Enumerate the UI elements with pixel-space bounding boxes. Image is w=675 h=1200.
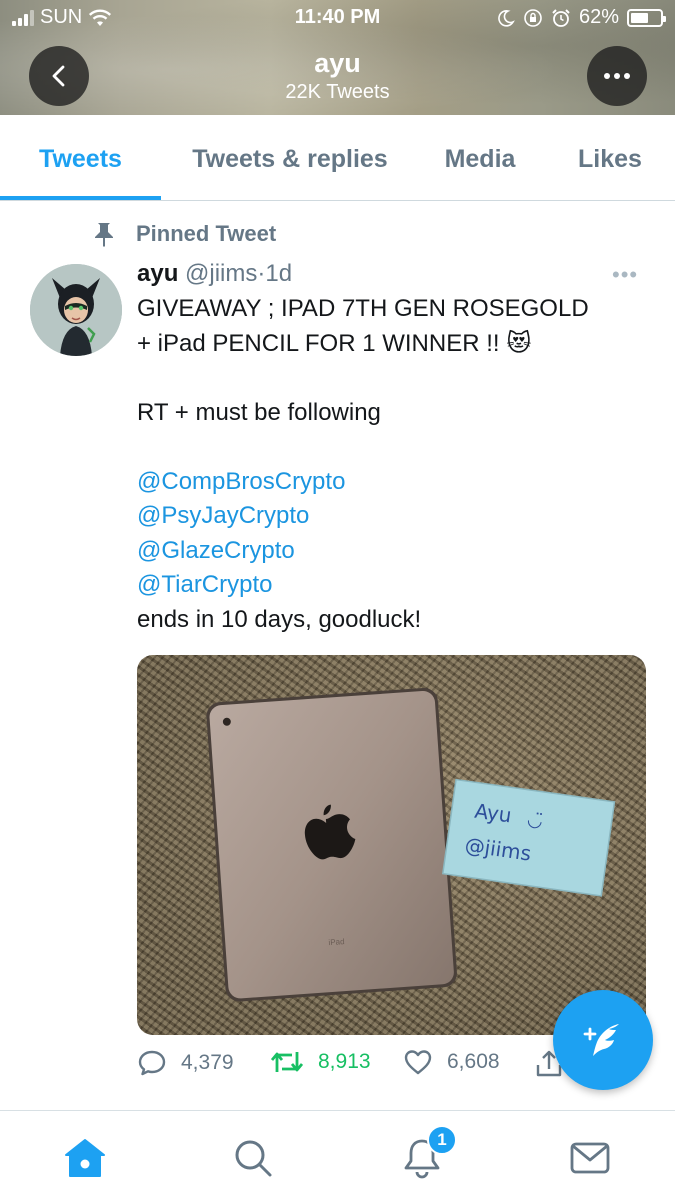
mention-link[interactable]: @CompBrosCrypto: [137, 465, 647, 500]
tweet-handle[interactable]: @jiims: [185, 260, 257, 287]
tab-tweets-replies[interactable]: Tweets & replies: [170, 115, 410, 201]
notification-badge: 1: [427, 1125, 457, 1155]
tweet-photo[interactable]: iPad Ayu ◡̈ @jiims: [137, 655, 646, 1035]
tweet-line-3: RT + must be following: [137, 398, 381, 426]
status-bar: SUN 11:40 PM 62%: [0, 0, 675, 38]
reply-count: 4,379: [181, 1051, 234, 1074]
note-smiley: ◡̈: [526, 809, 544, 832]
messages-icon: [570, 1142, 610, 1174]
tweet-age: 1d: [265, 260, 293, 287]
heart-eyes-cat-emoji: 😻: [506, 329, 532, 357]
tab-likes[interactable]: Likes: [555, 115, 665, 201]
tweet-line-2: + iPad PENCIL FOR 1 WINNER !! 😻: [137, 327, 647, 362]
orientation-lock-icon: [524, 8, 542, 27]
mention-link[interactable]: @GlazeCrypto: [137, 534, 647, 569]
reply-button[interactable]: 4,379: [137, 1048, 234, 1078]
heart-icon: [404, 1050, 432, 1075]
search-icon: [235, 1140, 272, 1177]
moon-icon: [498, 9, 515, 27]
pinned-label: Pinned Tweet: [136, 221, 277, 246]
tweet-line-1: GIVEAWAY ; IPAD 7TH GEN ROSEGOLD: [137, 295, 589, 322]
tweet-count: 22K Tweets: [285, 81, 390, 103]
like-count: 6,608: [447, 1050, 500, 1073]
tweet-display-name[interactable]: ayu: [137, 260, 178, 287]
tab-media[interactable]: Media: [420, 115, 540, 201]
like-button[interactable]: 6,608: [403, 1048, 500, 1076]
compose-feather-icon: [583, 1024, 619, 1056]
tweet-menu-button[interactable]: •••: [612, 262, 638, 288]
nav-search[interactable]: [228, 1133, 278, 1183]
nav-home[interactable]: [60, 1133, 110, 1183]
tweet-closing-line: ends in 10 days, goodluck!: [137, 605, 422, 633]
photo-content: iPad Ayu ◡̈ @jiims: [206, 687, 616, 1002]
alarm-icon: [552, 8, 570, 27]
profile-header: SUN 11:40 PM 62% ayu 22K Tweets: [0, 0, 675, 115]
bottom-tab-bar: 1: [0, 1110, 675, 1200]
retweet-count: 8,913: [318, 1050, 371, 1073]
tweet-actions: 4,379 8,913 6,608: [137, 1048, 577, 1084]
tab-tweets[interactable]: Tweets: [0, 115, 161, 201]
pin-icon: [95, 223, 113, 247]
battery-fill: [631, 12, 649, 23]
nav-notifications[interactable]: 1: [397, 1125, 457, 1183]
ipad-label: iPad: [328, 937, 345, 947]
retweet-button[interactable]: 8,913: [270, 1048, 371, 1076]
tweet-header: ayu @jiims·1d: [137, 260, 292, 288]
active-tab-indicator: [0, 196, 161, 200]
note-line-1: Ayu: [473, 799, 513, 828]
reply-icon: [138, 1050, 166, 1076]
retweet-icon: [270, 1052, 304, 1072]
more-button[interactable]: [587, 46, 647, 106]
tweet-line-2-text: + iPad PENCIL FOR 1 WINNER !!: [137, 329, 500, 357]
nav-messages[interactable]: [565, 1133, 615, 1183]
battery-percent: 62%: [578, 6, 619, 28]
compose-tweet-button[interactable]: [553, 990, 653, 1090]
avatar[interactable]: [30, 264, 122, 356]
ellipsis-icon: [604, 73, 630, 79]
home-icon: [65, 1139, 105, 1177]
pinned-indicator: Pinned Tweet: [90, 220, 276, 248]
profile-tabs: Tweets Tweets & replies Media Likes: [0, 115, 675, 201]
tweet-text: GIVEAWAY ; IPAD 7TH GEN ROSEGOLD + iPad …: [137, 292, 647, 637]
header-title: ayu 22K Tweets: [0, 48, 675, 104]
mention-link[interactable]: @PsyJayCrypto: [137, 499, 647, 534]
mention-link[interactable]: @TiarCrypto: [137, 568, 647, 603]
battery-icon: [627, 8, 666, 27]
status-right: 62%: [497, 6, 666, 29]
profile-name: ayu: [314, 48, 361, 78]
avatar-image: [30, 264, 122, 356]
